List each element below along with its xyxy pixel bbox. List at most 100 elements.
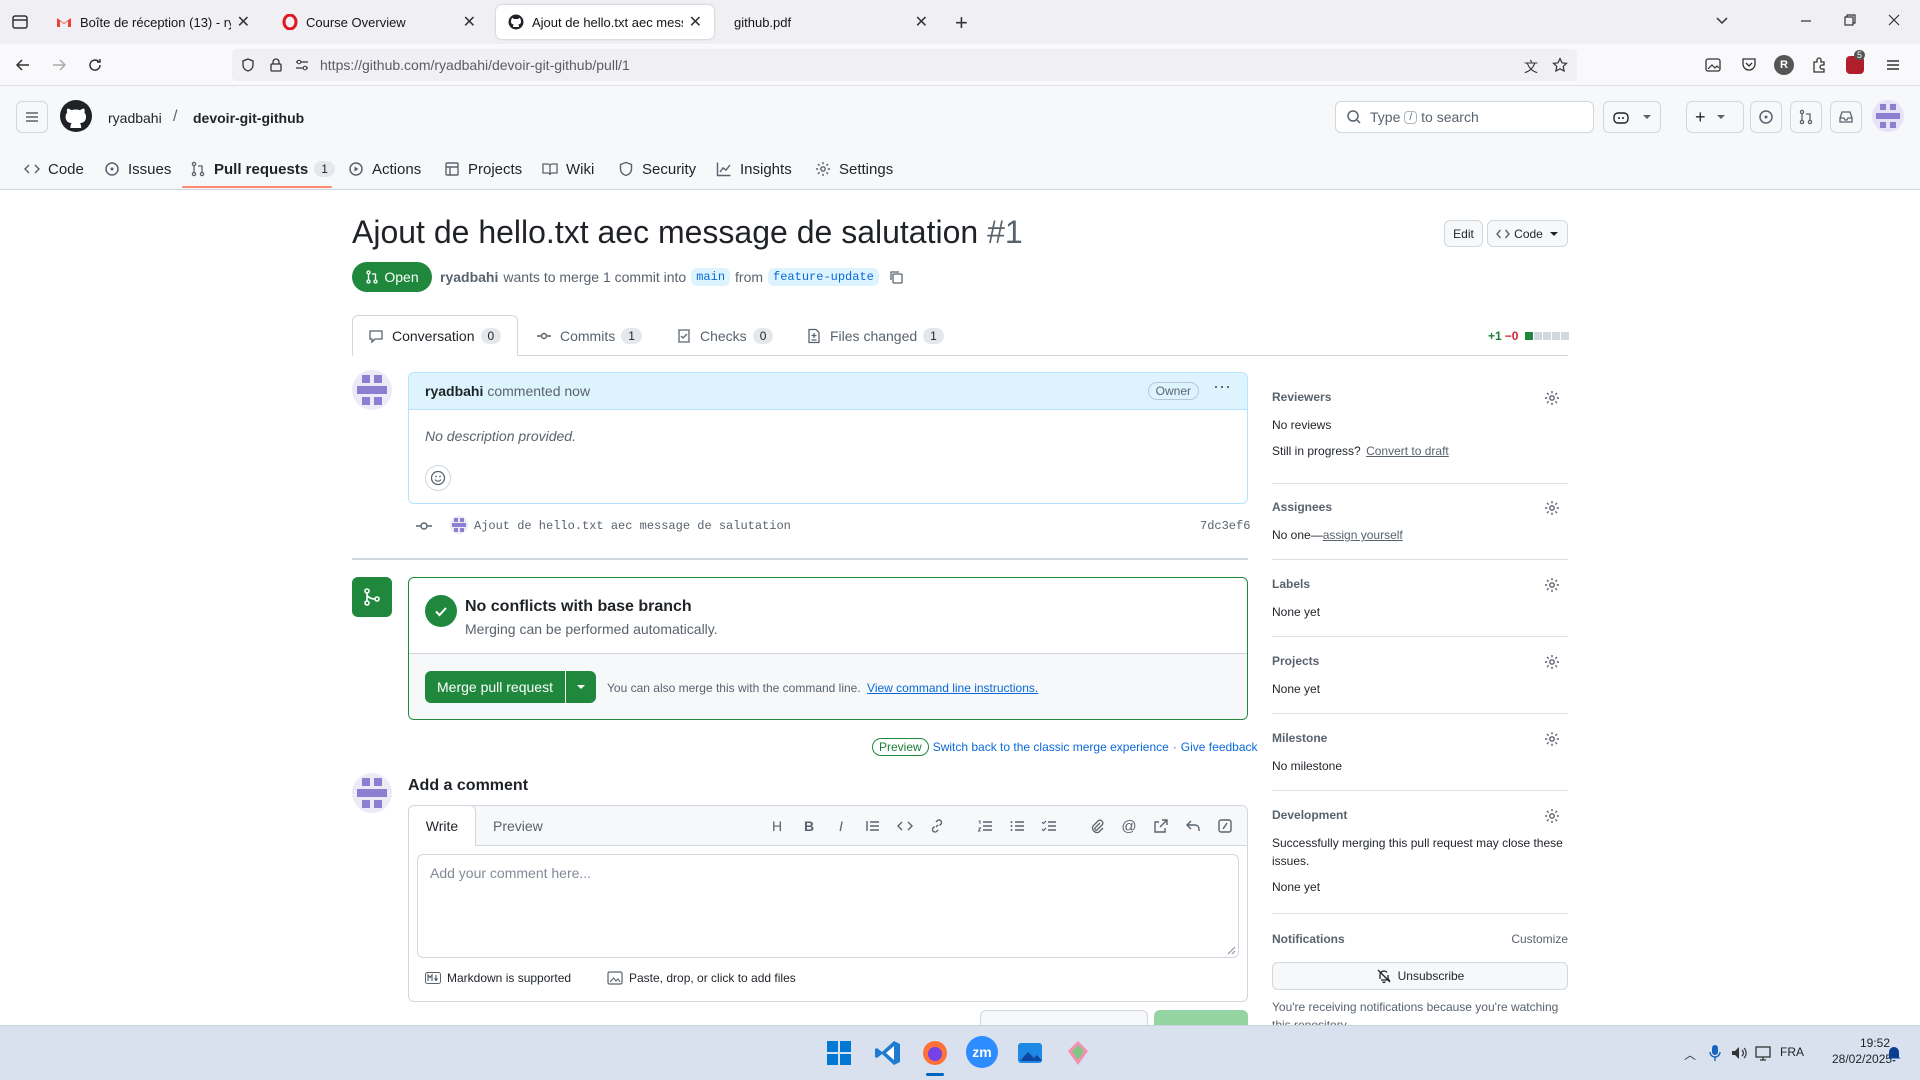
customize-link[interactable]: Customize <box>1511 932 1568 946</box>
tab-commits[interactable]: Commits 1 <box>536 316 642 356</box>
assign-yourself-link[interactable]: assign yourself <box>1323 528 1403 542</box>
lock-icon[interactable] <box>268 57 284 73</box>
quote-icon[interactable] <box>863 816 883 836</box>
tab-settings[interactable]: Settings <box>815 156 893 182</box>
close-tab-icon[interactable]: ✕ <box>689 12 702 32</box>
input-language-indicator[interactable]: FRA <box>1780 1045 1804 1059</box>
resize-handle-icon[interactable] <box>1224 943 1236 955</box>
bold-icon[interactable]: B <box>799 816 819 836</box>
code-icon[interactable] <box>895 816 915 836</box>
markdown-note[interactable]: Markdown is supported <box>425 971 571 985</box>
browser-tab-course[interactable]: Course Overview ✕ <box>270 5 488 39</box>
browser-tab-pdf[interactable]: github.pdf ✕ <box>722 5 940 39</box>
slash-commands-icon[interactable] <box>1215 816 1235 836</box>
browser-tab-github[interactable]: Ajout de hello.txt aec message de saluta… <box>496 5 714 39</box>
diffstat[interactable]: +1 −0 <box>1488 329 1570 343</box>
tab-pull-requests[interactable]: Pull requests 1 <box>190 156 335 182</box>
avatar[interactable] <box>352 370 392 410</box>
gear-icon[interactable] <box>1544 731 1560 747</box>
search-input[interactable]: Type / to search <box>1335 101 1594 133</box>
comment-submit-button[interactable] <box>1154 1010 1248 1026</box>
pull-requests-button[interactable] <box>1790 101 1822 133</box>
bookmark-star-icon[interactable] <box>1552 57 1568 73</box>
copy-icon[interactable] <box>888 269 904 285</box>
task-list-icon[interactable] <box>1039 816 1059 836</box>
copilot-button[interactable] <box>1603 101 1661 133</box>
tab-insights[interactable]: Insights <box>716 156 792 182</box>
tab-files-changed[interactable]: Files changed 1 <box>806 316 944 356</box>
reply-icon[interactable] <box>1183 816 1203 836</box>
convert-to-draft-link[interactable]: Convert to draft <box>1366 444 1449 458</box>
commit-sha[interactable]: 7dc3ef6 <box>1200 519 1250 533</box>
unordered-list-icon[interactable] <box>1007 816 1027 836</box>
url-bar[interactable]: https://github.com/ryadbahi/devoir-git-g… <box>232 49 1577 81</box>
edit-title-button[interactable]: Edit <box>1444 220 1483 247</box>
translate-icon[interactable]: 文 <box>1524 57 1538 77</box>
give-feedback-link[interactable]: Give feedback <box>1181 740 1258 754</box>
gear-icon[interactable] <box>1544 808 1560 824</box>
comment-timestamp[interactable]: commented now <box>487 383 590 399</box>
unsubscribe-button[interactable]: Unsubscribe <box>1272 962 1568 990</box>
head-branch[interactable]: feature-update <box>768 268 879 286</box>
extensions-icon[interactable] <box>1810 56 1828 74</box>
comment-textarea[interactable]: Add your comment here... <box>417 854 1239 958</box>
cross-reference-icon[interactable] <box>1151 816 1171 836</box>
pocket-icon[interactable] <box>1740 56 1758 74</box>
menu-icon[interactable] <box>1884 56 1902 74</box>
zoom-icon[interactable]: zm <box>966 1036 998 1068</box>
hamburger-menu-button[interactable] <box>16 101 48 133</box>
create-new-button[interactable]: + <box>1686 101 1744 133</box>
code-dropdown-button[interactable]: Code <box>1487 220 1568 247</box>
shield-icon[interactable] <box>240 57 256 73</box>
new-tab-icon[interactable]: + <box>955 10 968 36</box>
restore-icon[interactable] <box>1842 12 1858 28</box>
notification-bell-icon[interactable] <box>1886 1044 1902 1062</box>
avatar[interactable] <box>352 773 392 813</box>
gear-icon[interactable] <box>1544 577 1560 593</box>
repo-name-link[interactable]: devoir-git-github <box>193 110 304 126</box>
permissions-icon[interactable] <box>294 57 310 73</box>
write-tab[interactable]: Write <box>408 805 476 846</box>
tab-wiki[interactable]: Wiki <box>542 156 594 182</box>
ublock-icon[interactable]: 5 <box>1846 50 1866 74</box>
gear-icon[interactable] <box>1544 500 1560 516</box>
microphone-icon[interactable] <box>1708 1044 1722 1062</box>
preview-tab[interactable]: Preview <box>493 818 543 834</box>
reload-icon[interactable] <box>86 56 104 74</box>
snipping-tool-icon[interactable] <box>1061 1036 1095 1070</box>
tray-chevron-icon[interactable]: ︿ <box>1684 1046 1696 1063</box>
vscode-icon[interactable] <box>871 1036 905 1070</box>
classic-merge-link[interactable]: Switch back to the classic merge experie… <box>933 740 1169 754</box>
list-all-tabs-icon[interactable] <box>1714 12 1730 28</box>
add-reaction-button[interactable] <box>425 465 451 491</box>
comment-author[interactable]: ryadbahi <box>425 383 483 399</box>
cli-instructions-link[interactable]: View command line instructions. <box>867 681 1038 695</box>
italic-icon[interactable]: I <box>831 816 851 836</box>
paperclip-icon[interactable] <box>1087 816 1107 836</box>
close-pull-request-button[interactable] <box>980 1010 1148 1026</box>
tab-list-icon[interactable] <box>10 12 30 32</box>
avatar[interactable] <box>450 516 468 534</box>
author-link[interactable]: ryadbahi <box>440 269 498 285</box>
forward-icon[interactable] <box>50 56 68 74</box>
ordered-list-icon[interactable] <box>975 816 995 836</box>
firefox-icon[interactable] <box>918 1036 952 1076</box>
tab-code[interactable]: Code <box>24 156 84 182</box>
clock[interactable]: 19:52 28/02/2025 <box>1832 1036 1892 1066</box>
profile-avatar[interactable]: R <box>1774 55 1794 75</box>
speaker-icon[interactable] <box>1730 1044 1748 1062</box>
tab-issues[interactable]: Issues <box>104 156 171 182</box>
tab-checks[interactable]: Checks 0 <box>676 316 774 356</box>
browser-tab-gmail[interactable]: Boîte de réception (13) - ryadbahi ✕ <box>44 5 262 39</box>
merge-pull-request-button[interactable]: Merge pull request <box>425 671 565 703</box>
attach-files-note[interactable]: Paste, drop, or click to add files <box>607 971 796 985</box>
tab-security[interactable]: Security <box>618 156 696 182</box>
close-tab-icon[interactable]: ✕ <box>915 12 928 32</box>
screenshot-icon[interactable] <box>1704 56 1722 74</box>
close-window-icon[interactable] <box>1886 12 1902 28</box>
close-tab-icon[interactable]: ✕ <box>237 12 250 32</box>
kebab-menu-icon[interactable]: ⋯ <box>1213 377 1231 398</box>
user-avatar[interactable] <box>1872 100 1904 132</box>
minimize-icon[interactable] <box>1798 12 1814 28</box>
gear-icon[interactable] <box>1544 390 1560 406</box>
